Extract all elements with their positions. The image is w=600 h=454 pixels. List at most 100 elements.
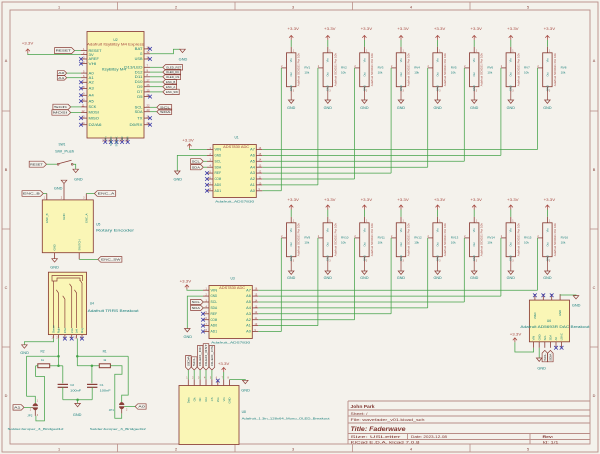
- svg-text:DC: DC: [198, 397, 202, 401]
- svg-text:GND: GND: [434, 276, 443, 280]
- svg-text:Adafruit SC6021 Pot 10k: Adafruit SC6021 Pot 10k: [553, 222, 557, 256]
- svg-text:Adafruit SC6021 Pot 10k: Adafruit SC6021 Pot 10k: [480, 222, 484, 256]
- svg-text:GND: GND: [287, 106, 296, 110]
- svg-text:OLED_RST: OLED_RST: [166, 65, 181, 69]
- svg-text:GND: GND: [73, 413, 82, 417]
- svg-text:GND: GND: [324, 276, 333, 280]
- svg-text:26: 26: [147, 83, 150, 87]
- svg-text:10k: 10k: [304, 71, 309, 75]
- svg-text:VREF: VREF: [533, 312, 537, 320]
- svg-text:ItsyBitsy M4: ItsyBitsy M4: [102, 67, 126, 71]
- svg-text:GND: GND: [179, 58, 188, 62]
- svg-text:Out: Out: [436, 242, 440, 246]
- svg-text:GND: GND: [507, 106, 516, 110]
- svg-text:Title: Faderwave: Title: Faderwave: [351, 426, 407, 433]
- svg-text:C: C: [5, 286, 8, 290]
- svg-text:ENC_A: ENC_A: [98, 192, 115, 196]
- svg-text:10k: 10k: [304, 241, 309, 245]
- svg-text:GND: GND: [507, 276, 516, 280]
- svg-text:SDA: SDA: [192, 306, 200, 310]
- svg-text:SDA: SDA: [135, 110, 144, 114]
- svg-text:SCL: SCL: [215, 159, 222, 163]
- svg-text:D0/RX: D0/RX: [130, 123, 144, 127]
- svg-text:10k: 10k: [378, 241, 383, 245]
- svg-text:A: A: [5, 59, 8, 63]
- svg-text:A7: A7: [246, 288, 251, 292]
- svg-text:10k: 10k: [524, 241, 529, 245]
- svg-text:RSw: RSw: [63, 328, 67, 334]
- svg-text:Adafruit SC6021 Pot 10k: Adafruit SC6021 Pot 10k: [333, 222, 337, 256]
- svg-text:Adafruit SC6021 Pot 10k: Adafruit SC6021 Pot 10k: [370, 52, 374, 86]
- svg-text:G: G: [140, 52, 143, 56]
- svg-text:GND: GND: [215, 154, 222, 158]
- svg-text:GND: GND: [241, 388, 250, 392]
- svg-text:10k: 10k: [451, 71, 456, 75]
- svg-text:AD1: AD1: [215, 189, 222, 193]
- svg-text:Clk: Clk: [192, 397, 196, 402]
- svg-text:ADS7830 ADC: ADS7830 ADC: [219, 286, 246, 290]
- svg-text:D10: D10: [135, 80, 143, 84]
- svg-text:RV16: RV16: [561, 236, 569, 240]
- svg-text:Adafruit SC6021 Pot 10k: Adafruit SC6021 Pot 10k: [297, 222, 301, 256]
- svg-text:+3.3V: +3.3V: [324, 198, 337, 202]
- svg-text:Adafruit_ADS7830: Adafruit_ADS7830: [211, 341, 250, 345]
- svg-text:CS: CS: [210, 397, 214, 401]
- svg-text:3: 3: [292, 447, 294, 451]
- svg-text:3V: 3V: [89, 53, 95, 57]
- svg-text:+3.3V: +3.3V: [434, 27, 447, 31]
- svg-text:+3.3V: +3.3V: [544, 198, 557, 202]
- svg-text:Rotary Encoder: Rotary Encoder: [96, 228, 135, 232]
- svg-text:GND: GND: [360, 106, 369, 110]
- svg-text:RV11: RV11: [378, 236, 386, 240]
- svg-text:RV3: RV3: [378, 66, 384, 70]
- svg-text:Rst: Rst: [204, 397, 208, 401]
- svg-text:R2: R2: [41, 349, 45, 353]
- svg-text:VIn: VIn: [436, 58, 440, 62]
- svg-text:3: 3: [292, 5, 294, 9]
- svg-text:Id: 1/1: Id: 1/1: [543, 441, 559, 445]
- svg-text:+3.3V: +3.3V: [324, 27, 337, 31]
- svg-text:REF: REF: [211, 312, 218, 316]
- svg-text:KiCad E.D.A. kicad 7.0.8: KiCad E.D.A. kicad 7.0.8: [351, 441, 420, 445]
- svg-text:Out: Out: [399, 72, 403, 76]
- svg-text:+3.3V: +3.3V: [470, 27, 483, 31]
- svg-text:RV12: RV12: [414, 236, 422, 240]
- svg-text:GND: GND: [324, 106, 333, 110]
- svg-text:GND: GND: [558, 310, 562, 316]
- svg-text:12: 12: [82, 109, 85, 113]
- svg-text:GND: GND: [54, 186, 63, 190]
- svg-text:A1: A1: [250, 183, 255, 187]
- svg-text:GND: GND: [20, 351, 29, 355]
- svg-text:A6: A6: [250, 154, 255, 158]
- svg-text:22: 22: [147, 104, 150, 108]
- svg-text:A3: A3: [89, 87, 94, 91]
- svg-text:RV7: RV7: [524, 66, 530, 70]
- svg-text:3Vo: 3Vo: [216, 397, 220, 402]
- svg-text:5: 5: [527, 447, 529, 451]
- svg-text:27: 27: [147, 78, 150, 82]
- svg-text:10k: 10k: [451, 241, 456, 245]
- svg-text:U4: U4: [90, 302, 94, 306]
- svg-text:1: 1: [58, 447, 60, 451]
- svg-text:100nF: 100nF: [100, 388, 111, 392]
- svg-text:SCL: SCL: [192, 300, 201, 304]
- svg-text:A1: A1: [14, 405, 21, 409]
- svg-text:2: 2: [175, 447, 177, 451]
- svg-text:SW1: SW1: [59, 142, 66, 146]
- svg-text:RESET: RESET: [30, 162, 43, 166]
- svg-text:10k: 10k: [378, 71, 383, 75]
- svg-text:VIN: VIN: [532, 336, 536, 341]
- svg-text:SCK: SCK: [54, 105, 67, 109]
- svg-text:GND: GND: [537, 366, 546, 370]
- svg-text:SDA: SDA: [211, 306, 218, 310]
- svg-text:GND: GND: [211, 294, 218, 298]
- svg-text:Right: Right: [57, 327, 61, 333]
- svg-text:Out: Out: [326, 72, 330, 76]
- svg-text:32: 32: [147, 50, 150, 54]
- svg-text:RV10: RV10: [341, 236, 349, 240]
- svg-text:Adafruit SC6021 Pot 10k: Adafruit SC6021 Pot 10k: [333, 52, 337, 86]
- svg-text:A0: A0: [58, 71, 65, 75]
- svg-text:SDA: SDA: [186, 356, 190, 366]
- svg-text:RV1: RV1: [304, 66, 310, 70]
- svg-text:SolderJumper_3_Bridged12: SolderJumper_3_Bridged12: [8, 427, 64, 431]
